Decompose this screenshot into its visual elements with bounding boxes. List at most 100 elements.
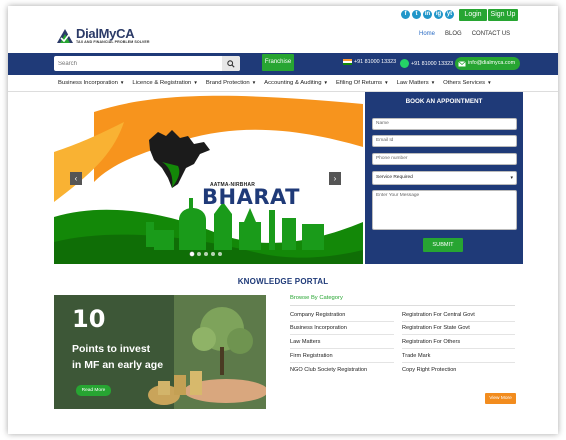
- view-more-button[interactable]: View More: [485, 393, 516, 404]
- search-input[interactable]: [54, 56, 222, 71]
- instagram-icon[interactable]: ig: [434, 10, 443, 19]
- india-flag-icon: [343, 59, 352, 65]
- category-divider: [290, 362, 394, 363]
- slider-dot[interactable]: [197, 252, 201, 256]
- category-divider: [402, 321, 515, 322]
- category-link[interactable]: Law Matters: [290, 339, 320, 345]
- slider-next-button[interactable]: ›: [329, 172, 341, 185]
- category-link[interactable]: Company Registration: [290, 312, 345, 318]
- menu-label: Accounting & Auditing: [264, 79, 322, 86]
- menu-other-services[interactable]: Others Services ▼: [439, 80, 495, 86]
- category-divider: [402, 334, 515, 335]
- menu-label: Licence & Registration: [132, 79, 192, 86]
- main-menu: Business Incorporation ▼ Licence & Regist…: [54, 75, 558, 90]
- browser-viewport: f t in ig yt Login Sign Up DialMyCA TAX …: [8, 6, 558, 434]
- knowledge-portal-title: KNOWLEDGE PORTAL: [237, 277, 329, 286]
- caret-down-icon: ▼: [251, 80, 257, 85]
- whatsapp-number: +91 81000 13323: [411, 60, 454, 67]
- category-link[interactable]: Firm Registration: [290, 353, 333, 359]
- nav-blog[interactable]: BLOG: [445, 31, 462, 37]
- category-link[interactable]: Registration For Others: [402, 339, 460, 345]
- slider-dot[interactable]: [211, 252, 215, 256]
- category-link[interactable]: Registration For State Govt: [402, 325, 470, 331]
- linkedin-icon[interactable]: in: [423, 10, 432, 19]
- menu-licence-registration[interactable]: Licence & Registration ▼: [128, 80, 201, 86]
- appointment-title: BOOK AN APPOINTMENT: [405, 98, 483, 105]
- youtube-icon[interactable]: yt: [445, 10, 454, 19]
- hero-banner-art: [54, 92, 363, 264]
- menu-business-incorporation[interactable]: Business Incorporation ▼: [54, 80, 128, 86]
- search-button[interactable]: [222, 56, 240, 71]
- category-link[interactable]: Copy Right Protection: [402, 367, 456, 373]
- blog-card[interactable]: 10 Points to invest in MF an early age R…: [54, 295, 266, 409]
- login-button[interactable]: Login: [459, 9, 487, 21]
- email-address: info@dialmyca.com: [468, 60, 516, 66]
- category-link[interactable]: Business Incorporation: [290, 325, 347, 331]
- slider-dot[interactable]: [218, 252, 222, 256]
- logo-tagline: TAX AND FINANCIAL PROBLEM SOLVER: [76, 40, 150, 44]
- site-logo[interactable]: DialMyCA TAX AND FINANCIAL PROBLEM SOLVE…: [56, 27, 150, 45]
- caret-down-icon: ▼: [487, 80, 492, 85]
- hero-slider: AATMA-NIRBHAR BHARAT ‹ ›: [54, 92, 363, 264]
- hero-headline: BHARAT: [202, 185, 300, 209]
- name-field[interactable]: Name: [372, 118, 517, 130]
- india-phone[interactable]: +91 81000 13323: [343, 59, 396, 65]
- caret-down-icon: ▼: [119, 80, 125, 85]
- browse-by-category-title: Browse By Category: [290, 295, 343, 301]
- submit-button[interactable]: SUBMIT: [423, 238, 463, 252]
- email-field[interactable]: Email Id: [372, 135, 517, 147]
- nav-home[interactable]: Home: [419, 31, 435, 37]
- menu-label: Others Services: [443, 79, 486, 86]
- phone-number: +91 81000 13323: [354, 59, 397, 65]
- category-divider: [402, 362, 515, 363]
- menu-label: Law Matters: [396, 79, 429, 86]
- read-more-button[interactable]: Read More: [76, 385, 111, 396]
- chevron-right-icon: ›: [333, 174, 337, 183]
- nav-contact[interactable]: CONTACT US: [472, 31, 510, 37]
- menu-label: Brand Protection: [205, 79, 250, 86]
- category-divider: [402, 348, 515, 349]
- service-selected-value: Service Required: [376, 175, 413, 180]
- caret-down-icon: ▼: [384, 80, 389, 85]
- top-nav: Home BLOG CONTACT US: [419, 31, 510, 37]
- search-box: [54, 56, 240, 71]
- search-contact-bar: Franchise +91 81000 13323 +91 81000 1332…: [8, 53, 558, 75]
- menu-label: Efiling Of Returns: [335, 79, 383, 86]
- top-strip: f t in ig yt Login Sign Up: [8, 6, 558, 24]
- menu-efiling-returns[interactable]: Efiling Of Returns ▼: [332, 80, 393, 86]
- whatsapp-icon: [400, 59, 409, 68]
- blog-headline-1: Points to invest: [72, 343, 151, 355]
- logo-name: DialMyCA: [76, 26, 135, 41]
- category-link[interactable]: NGO Club Society Registration: [290, 367, 367, 373]
- message-textarea[interactable]: Enter Your Message: [372, 190, 517, 230]
- service-select[interactable]: Service Required ▾: [372, 171, 517, 185]
- email-link[interactable]: info@dialmyca.com: [455, 57, 521, 70]
- chevron-down-icon: ▾: [510, 175, 513, 181]
- caret-down-icon: ▼: [430, 80, 436, 85]
- slider-dot[interactable]: [190, 252, 194, 256]
- phone-field[interactable]: Phone number: [372, 153, 517, 165]
- category-link[interactable]: Trade Mark: [402, 353, 430, 359]
- category-divider: [290, 334, 394, 335]
- blog-headline-2: in MF an early age: [72, 359, 164, 371]
- slider-dot[interactable]: [204, 252, 208, 256]
- slider-prev-button[interactable]: ‹: [70, 172, 82, 185]
- twitter-icon[interactable]: t: [412, 10, 421, 19]
- category-link[interactable]: Registration For Central Govt: [402, 312, 475, 318]
- facebook-icon[interactable]: f: [401, 10, 410, 19]
- franchise-button[interactable]: Franchise: [262, 54, 294, 71]
- menu-law-matters[interactable]: Law Matters ▼: [393, 80, 440, 86]
- blog-number: 10: [72, 305, 106, 333]
- menu-brand-protection[interactable]: Brand Protection ▼: [202, 80, 260, 86]
- appointment-form: BOOK AN APPOINTMENT Name Email Id Phone …: [365, 92, 523, 264]
- whatsapp-phone[interactable]: +91 81000 13323: [400, 59, 453, 68]
- search-icon: [227, 59, 235, 68]
- menu-accounting-auditing[interactable]: Accounting & Auditing ▼: [260, 80, 332, 86]
- logo-mark-icon: [56, 28, 74, 44]
- signup-button[interactable]: Sign Up: [488, 9, 518, 21]
- slider-dots: [190, 252, 222, 256]
- browse-divider: [290, 305, 515, 306]
- menu-label: Business Incorporation: [58, 79, 118, 86]
- chevron-left-icon: ‹: [74, 174, 78, 183]
- social-links: f t in ig yt: [401, 10, 454, 19]
